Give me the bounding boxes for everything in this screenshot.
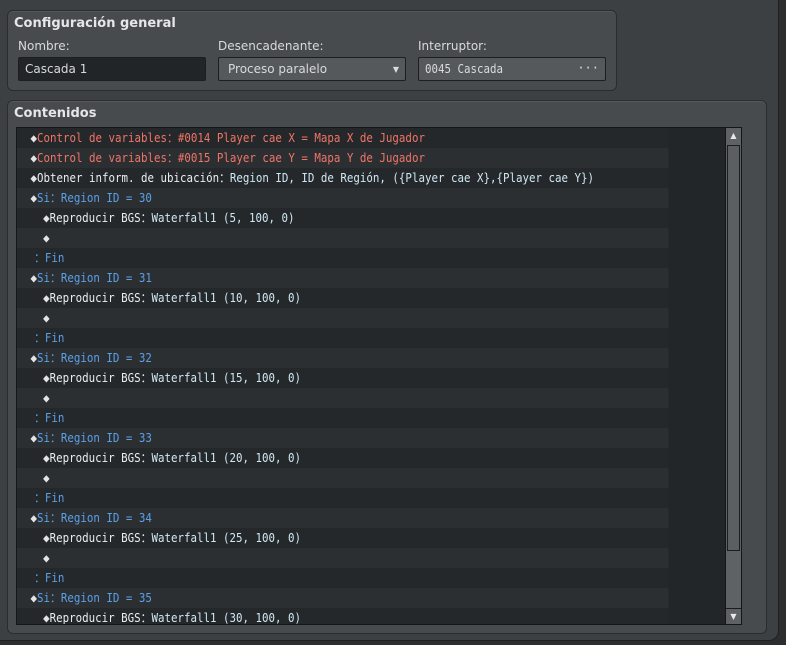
command-text: Reproducir BGS： xyxy=(49,211,152,225)
command-text: Obtener inform. de ubicación： xyxy=(37,171,230,185)
command-row[interactable]: ◆Reproducir BGS：Waterfall1 (20, 100, 0) xyxy=(17,448,669,468)
command-text: Si： xyxy=(37,511,61,525)
command-row[interactable]: ◆Si：Region ID = 34 xyxy=(17,508,669,528)
command-text: Region ID = 35 xyxy=(60,591,152,605)
command-text: Si： xyxy=(37,271,61,285)
command-text: #0014 Player cae X = Mapa X de Jugador xyxy=(177,131,425,145)
name-input[interactable]: Cascada 1 xyxy=(18,57,206,81)
command-text: Reproducir BGS： xyxy=(49,611,152,625)
command-text: Si： xyxy=(37,191,61,205)
chevron-down-icon: ▼ xyxy=(392,65,399,74)
command-row[interactable]: ◆Reproducir BGS：Waterfall1 (30, 100, 0) xyxy=(17,608,669,625)
command-row[interactable]: ◆Si：Region ID = 30 xyxy=(17,188,669,208)
command-text: Reproducir BGS： xyxy=(49,371,152,385)
command-row[interactable]: ：Fin xyxy=(17,328,669,348)
scrollbar-thumb[interactable] xyxy=(727,145,740,551)
general-settings-group: Configuración general Nombre: Cascada 1 … xyxy=(7,10,617,91)
command-text: ：Fin xyxy=(34,251,65,265)
command-text: ：Fin xyxy=(34,571,65,585)
diamond-icon: ◆ xyxy=(43,391,50,405)
command-text: Region ID = 34 xyxy=(60,511,152,525)
command-row[interactable]: ◆Control de variables：#0015 Player cae Y… xyxy=(17,148,669,168)
command-text: Control de variables： xyxy=(37,131,178,145)
command-row[interactable]: ◆Reproducir BGS：Waterfall1 (5, 100, 0) xyxy=(17,208,669,228)
command-text: #0015 Player cae Y = Mapa Y de Jugador xyxy=(177,151,425,165)
command-row[interactable]: ◆ xyxy=(17,468,669,488)
command-row[interactable]: ：Fin xyxy=(17,488,669,508)
command-text: Waterfall1 (15, 100, 0) xyxy=(151,371,302,385)
diamond-icon: ◆ xyxy=(43,231,50,245)
contents-group: Contenidos ◆Control de variables：#0014 P… xyxy=(7,100,767,634)
vertical-scrollbar[interactable]: ▲ ▼ xyxy=(725,128,741,624)
command-text: Waterfall1 (20, 100, 0) xyxy=(151,451,302,465)
command-row[interactable]: ◆ xyxy=(17,388,669,408)
command-row[interactable]: ◆Si：Region ID = 31 xyxy=(17,268,669,288)
more-button[interactable]: ··· xyxy=(577,61,599,75)
command-row[interactable]: ◆Si：Region ID = 35 xyxy=(17,588,669,608)
command-text: Region ID = 30 xyxy=(60,191,152,205)
command-text: Region ID = 32 xyxy=(60,351,152,365)
command-row[interactable]: ◆Control de variables：#0014 Player cae X… xyxy=(17,128,669,148)
command-text: Waterfall1 (25, 100, 0) xyxy=(151,531,302,545)
command-text: Reproducir BGS： xyxy=(49,291,152,305)
command-text: Region ID, ID de Región, ({Player cae X}… xyxy=(229,171,594,185)
diamond-icon: ◆ xyxy=(43,311,50,325)
command-row[interactable]: ◆Obtener inform. de ubicación：Region ID,… xyxy=(17,168,669,188)
command-row[interactable]: ◆Si：Region ID = 33 xyxy=(17,428,669,448)
event-command-list[interactable]: ◆Control de variables：#0014 Player cae X… xyxy=(16,127,742,625)
contents-title: Contenidos xyxy=(14,106,97,121)
command-row[interactable]: ◆Reproducir BGS：Waterfall1 (10, 100, 0) xyxy=(17,288,669,308)
command-row[interactable]: ◆Reproducir BGS：Waterfall1 (25, 100, 0) xyxy=(17,528,669,548)
command-text: Control de variables： xyxy=(37,151,178,165)
command-row[interactable]: ：Fin xyxy=(17,408,669,428)
trigger-select[interactable]: Proceso paralelo ▼ xyxy=(218,57,406,81)
command-text: Waterfall1 (5, 100, 0) xyxy=(151,211,295,225)
command-text: Si： xyxy=(37,591,61,605)
command-row[interactable]: ◆ xyxy=(17,228,669,248)
diamond-icon: ◆ xyxy=(43,551,50,565)
event-page-panel: Configuración general Nombre: Cascada 1 … xyxy=(0,0,779,641)
trigger-value: Proceso paralelo xyxy=(228,62,328,76)
switch-selector[interactable]: 0045 Cascada ··· xyxy=(418,57,606,81)
switch-value: 0045 Cascada xyxy=(425,62,504,76)
command-text: ：Fin xyxy=(34,411,65,425)
command-text: Reproducir BGS： xyxy=(49,451,152,465)
command-text: Region ID = 31 xyxy=(60,271,152,285)
trigger-label: Desencadenante: xyxy=(218,39,324,53)
diamond-icon: ◆ xyxy=(43,471,50,485)
command-row[interactable]: ◆Reproducir BGS：Waterfall1 (15, 100, 0) xyxy=(17,368,669,388)
switch-label: Interruptor: xyxy=(418,39,487,53)
command-row[interactable]: ◆ xyxy=(17,548,669,568)
command-text: Region ID = 33 xyxy=(60,431,152,445)
command-text: ：Fin xyxy=(34,331,65,345)
command-row[interactable]: ◆ xyxy=(17,308,669,328)
command-row[interactable]: ◆Si：Region ID = 32 xyxy=(17,348,669,368)
command-text: ：Fin xyxy=(34,491,65,505)
command-row[interactable]: ：Fin xyxy=(17,568,669,588)
command-text: Si： xyxy=(37,431,61,445)
scroll-up-icon[interactable]: ▲ xyxy=(726,128,741,144)
command-text: Waterfall1 (30, 100, 0) xyxy=(151,611,302,625)
command-text: Waterfall1 (10, 100, 0) xyxy=(151,291,302,305)
command-row[interactable]: ：Fin xyxy=(17,248,669,268)
scroll-down-icon[interactable]: ▼ xyxy=(726,608,741,624)
general-settings-title: Configuración general xyxy=(14,16,176,31)
command-text: Si： xyxy=(37,351,61,365)
name-label: Nombre: xyxy=(18,39,70,53)
command-text: Reproducir BGS： xyxy=(49,531,152,545)
